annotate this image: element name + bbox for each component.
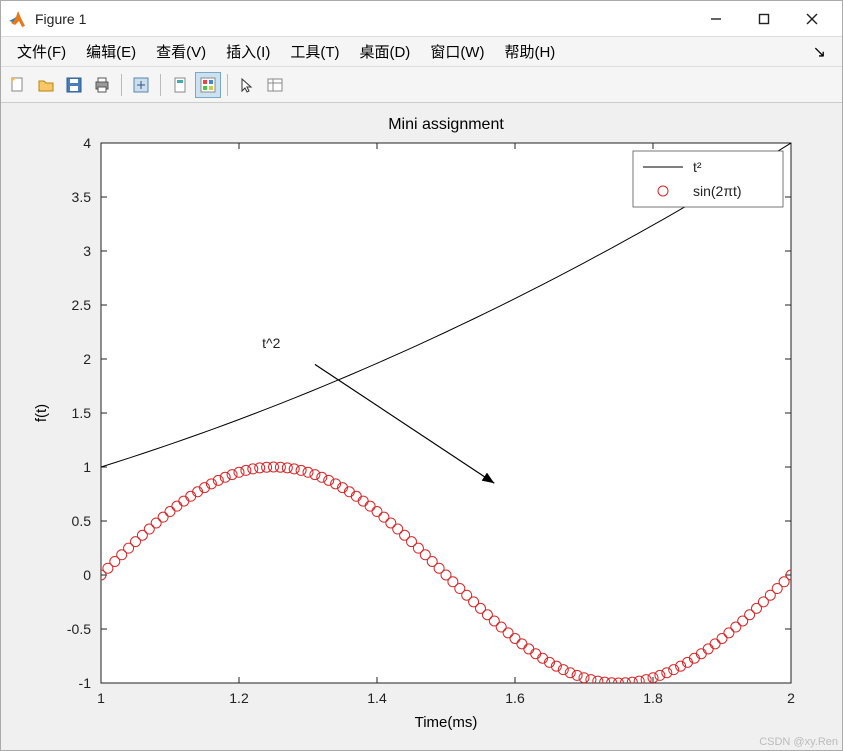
- svg-text:1.5: 1.5: [72, 405, 92, 421]
- svg-text:2: 2: [787, 690, 795, 706]
- y-axis-label: f(t): [33, 404, 50, 422]
- svg-text:1.2: 1.2: [229, 690, 249, 706]
- toolbar-separator: [227, 74, 228, 96]
- data-cursor-icon[interactable]: [128, 72, 154, 98]
- new-file-icon[interactable]: [5, 72, 31, 98]
- svg-text:2: 2: [83, 351, 91, 367]
- svg-text:-0.5: -0.5: [67, 621, 91, 637]
- color-legend-icon[interactable]: [195, 72, 221, 98]
- annotation-text: t^2: [262, 335, 280, 351]
- figure-window: Figure 1 文件(F) 编辑(E) 查看(V) 插入(I) 工具(T) 桌…: [0, 0, 843, 751]
- svg-text:0: 0: [83, 567, 91, 583]
- svg-text:3.5: 3.5: [72, 189, 92, 205]
- legend-entry-0: t²: [693, 159, 702, 175]
- svg-text:1.8: 1.8: [643, 690, 663, 706]
- svg-text:0.5: 0.5: [72, 513, 92, 529]
- menu-dock-icon[interactable]: ↘: [803, 42, 836, 62]
- legend-entry-1: sin(2πt): [693, 183, 742, 199]
- svg-text:1.6: 1.6: [505, 690, 525, 706]
- properties-icon[interactable]: [262, 72, 288, 98]
- menu-view[interactable]: 查看(V): [146, 38, 216, 65]
- x-axis-label: Time(ms): [415, 714, 478, 731]
- svg-text:2.5: 2.5: [72, 297, 92, 313]
- svg-text:1: 1: [83, 459, 91, 475]
- matlab-icon: [7, 9, 27, 29]
- toolbar: [1, 67, 842, 103]
- open-file-icon[interactable]: [33, 72, 59, 98]
- toolbar-separator: [160, 74, 161, 96]
- svg-text:-1: -1: [79, 675, 92, 691]
- toolbar-separator: [121, 74, 122, 96]
- svg-text:3: 3: [83, 243, 91, 259]
- link-icon[interactable]: [167, 72, 193, 98]
- minimize-button[interactable]: [692, 1, 740, 37]
- maximize-button[interactable]: [740, 1, 788, 37]
- window-title: Figure 1: [35, 11, 86, 27]
- chart-title: Mini assignment: [388, 116, 504, 133]
- menu-edit[interactable]: 编辑(E): [76, 38, 146, 65]
- close-button[interactable]: [788, 1, 836, 37]
- figure-area[interactable]: 1 1.2 1.4 1.6 1.8 2 -1 -0.5 0 0.5 1 1.5 2 2.5 3 3.5 4 Min…: [1, 103, 842, 750]
- titlebar: Figure 1: [1, 1, 842, 37]
- svg-text:1.4: 1.4: [367, 690, 387, 706]
- print-icon[interactable]: [89, 72, 115, 98]
- menu-tools[interactable]: 工具(T): [280, 38, 349, 65]
- menu-window[interactable]: 窗口(W): [420, 38, 494, 65]
- menubar: 文件(F) 编辑(E) 查看(V) 插入(I) 工具(T) 桌面(D) 窗口(W…: [1, 37, 842, 67]
- menu-file[interactable]: 文件(F): [7, 38, 76, 65]
- pointer-icon[interactable]: [234, 72, 260, 98]
- svg-text:1: 1: [97, 690, 105, 706]
- menu-help[interactable]: 帮助(H): [494, 38, 565, 65]
- watermark: CSDN @xy.Ren: [759, 736, 838, 748]
- save-file-icon[interactable]: [61, 72, 87, 98]
- svg-text:4: 4: [83, 135, 91, 151]
- axes[interactable]: 1 1.2 1.4 1.6 1.8 2 -1 -0.5 0 0.5 1 1.5 2 2.5 3 3.5 4 Min…: [1, 103, 842, 750]
- menu-insert[interactable]: 插入(I): [216, 38, 280, 65]
- menu-desktop[interactable]: 桌面(D): [349, 38, 420, 65]
